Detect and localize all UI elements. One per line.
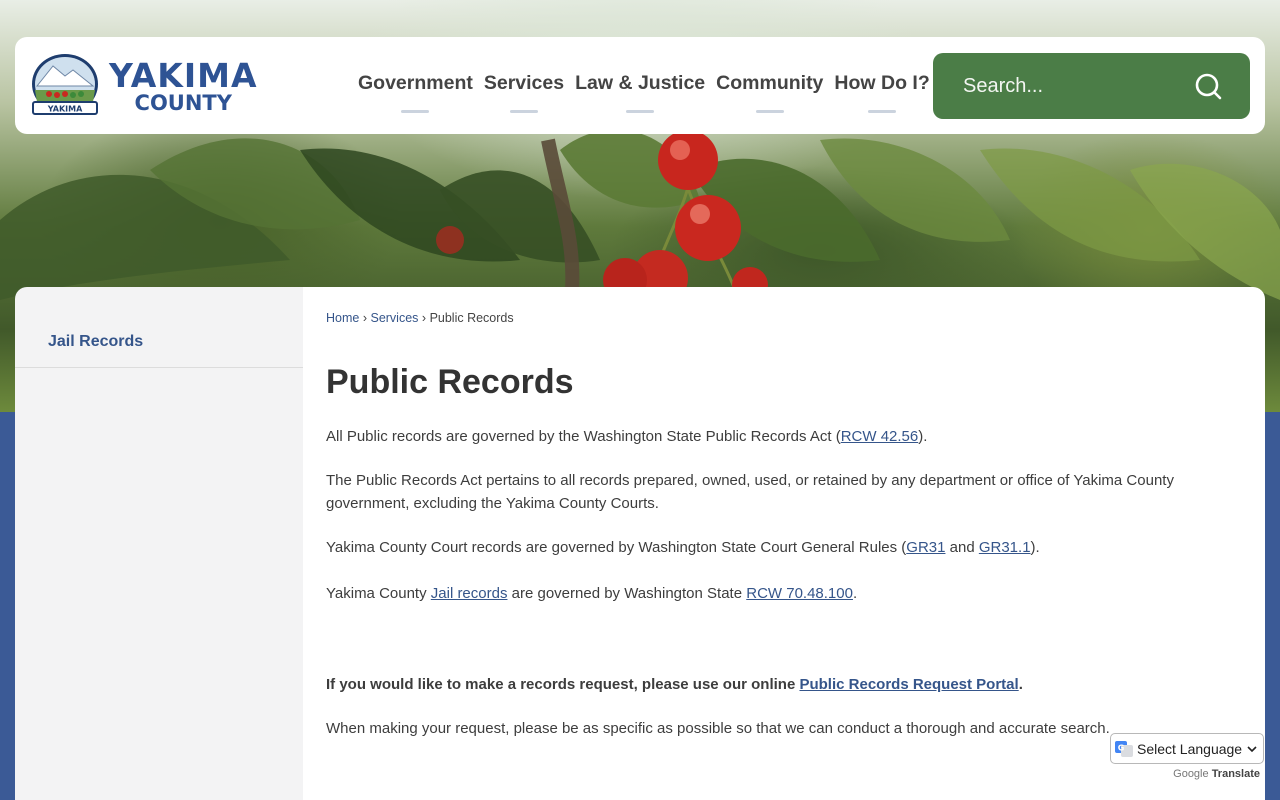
powered-by-google: Google Translate: [1110, 768, 1264, 780]
sidebar-item-jail-records[interactable]: Jail Records: [15, 287, 303, 368]
chevron-down-icon: [1247, 745, 1257, 752]
breadcrumb-services[interactable]: Services: [370, 311, 418, 325]
sidebar: Jail Records: [15, 287, 303, 800]
search-icon[interactable]: [1194, 72, 1222, 100]
breadcrumb: Home › Services › Public Records: [326, 311, 1265, 325]
nav-law-justice[interactable]: Law & Justice: [575, 72, 705, 113]
nav-government[interactable]: Government: [358, 72, 473, 113]
nav-services[interactable]: Services: [484, 72, 564, 113]
language-select[interactable]: G Select Language: [1110, 733, 1264, 764]
paragraph-court-records: Yakima County Court records are governed…: [326, 539, 1040, 556]
link-jail-records[interactable]: Jail records: [431, 585, 508, 602]
county-seal-icon: YAKIMA: [32, 54, 98, 115]
breadcrumb-current: Public Records: [429, 311, 514, 325]
main-nav: Government Services Law & Justice Commun…: [358, 37, 941, 134]
translate-link[interactable]: Translate: [1212, 768, 1260, 780]
main-content: Home › Services › Public Records Public …: [303, 287, 1265, 800]
paragraph-act-pertains: The Public Records Act pertains to all r…: [326, 472, 1174, 512]
language-select-label: Select Language: [1137, 740, 1243, 757]
page-title: Public Records: [326, 363, 574, 401]
search-bar: [933, 53, 1250, 119]
link-gr31[interactable]: GR31: [906, 539, 945, 556]
link-rcw-70-48-100[interactable]: RCW 70.48.100: [746, 585, 853, 602]
nav-community[interactable]: Community: [716, 72, 823, 113]
translate-widget: G Select Language Google Translate: [1110, 733, 1264, 780]
paragraph-jail-records: Yakima County Jail records are governed …: [326, 585, 858, 602]
logo-wordmark-yakima: YAKIMA: [109, 55, 258, 95]
breadcrumb-separator: ›: [421, 311, 427, 325]
paragraph-request-portal: If you would like to make a records requ…: [326, 676, 1023, 693]
search-input[interactable]: [963, 74, 1183, 98]
svg-text:G: G: [1118, 743, 1125, 752]
link-rcw-42-56[interactable]: RCW 42.56: [841, 428, 919, 445]
paragraph-governed: All Public records are governed by the W…: [326, 428, 928, 445]
link-gr31-1[interactable]: GR31.1: [979, 539, 1031, 556]
site-header: YAKIMA YAKIMA COUNTY Government Services…: [15, 37, 1265, 134]
site-logo[interactable]: YAKIMA YAKIMA COUNTY: [29, 51, 339, 121]
google-label: Google: [1173, 768, 1209, 780]
google-translate-icon: G: [1115, 740, 1133, 757]
seal-label: YAKIMA: [47, 105, 83, 114]
link-request-portal[interactable]: Public Records Request Portal: [799, 676, 1018, 693]
breadcrumb-separator: ›: [362, 311, 367, 325]
breadcrumb-home[interactable]: Home: [326, 311, 359, 325]
paragraph-be-specific: When making your request, please be as s…: [326, 720, 1110, 737]
nav-how-do-i[interactable]: How Do I?: [834, 72, 930, 113]
logo-wordmark-county: COUNTY: [134, 90, 232, 115]
